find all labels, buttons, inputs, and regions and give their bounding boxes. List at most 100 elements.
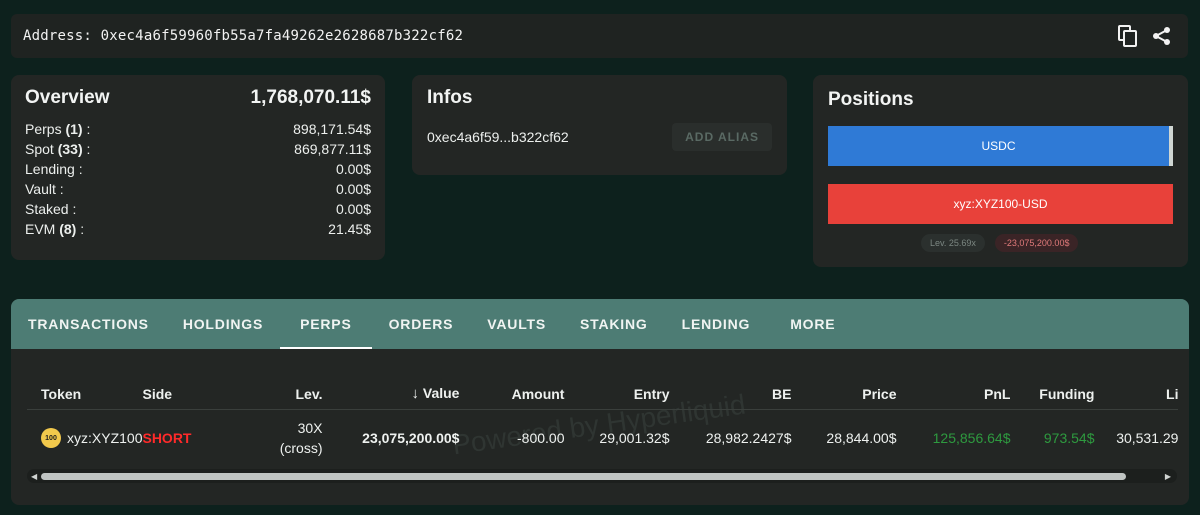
overview-row-value: 21.45$	[328, 221, 371, 237]
overview-row: Lending : 0.00$	[25, 159, 371, 179]
copy-icon[interactable]	[1116, 24, 1140, 48]
tab-lending[interactable]: LENDING	[665, 299, 768, 349]
overview-row-value: 869,877.11$	[294, 141, 371, 157]
tabs-bar: TRANSACTIONS HOLDINGS PERPS ORDERS VAULT…	[11, 299, 1189, 349]
scroll-left-icon[interactable]: ◀	[31, 472, 37, 481]
tab-vaults[interactable]: VAULTS	[470, 299, 563, 349]
token-name[interactable]: xyz:XYZ100	[67, 430, 142, 446]
cell-pnl: 125,856.64$	[932, 430, 1011, 447]
scroll-thumb[interactable]	[41, 473, 1126, 480]
tab-staking[interactable]: STAKING	[563, 299, 665, 349]
leverage-badge: Lev. 25.69x	[921, 234, 985, 252]
overview-row-label: Perps (1) :	[25, 119, 90, 139]
row-suffix: :	[76, 221, 85, 237]
tab-more[interactable]: MORE	[773, 299, 852, 349]
row-label-text: Spot	[25, 141, 54, 157]
cell-entry: 29,001.32$	[599, 430, 670, 447]
row-count: (8)	[59, 221, 77, 237]
address-bar: Address: 0xec4a6f59960fb55a7fa49262e2628…	[11, 14, 1188, 58]
share-icon[interactable]	[1150, 24, 1174, 48]
overview-title: Overview	[25, 87, 110, 108]
header-pnl[interactable]: PnL	[896, 379, 1010, 409]
overview-row-value: 898,171.54$	[293, 121, 371, 137]
overview-row-value: 0.00$	[335, 181, 371, 197]
row-label-text: EVM	[25, 221, 56, 237]
tabs-panel: TRANSACTIONS HOLDINGS PERPS ORDERS VAULT…	[11, 299, 1189, 505]
arrow-down-icon: ↓	[411, 385, 420, 403]
row-count: (1)	[65, 121, 83, 137]
position-bar-usdc[interactable]: USDC	[828, 126, 1173, 166]
add-alias-button[interactable]: ADD ALIAS	[672, 123, 772, 151]
overview-row: Perps (1) : 898,171.54$	[25, 119, 371, 139]
token-logo-icon: 100	[41, 428, 61, 449]
tab-holdings[interactable]: HOLDINGS	[166, 299, 280, 349]
overview-row: Spot (33) : 869,877.11$	[25, 139, 371, 159]
overview-row-label: Lending :	[25, 159, 83, 179]
header-liq[interactable]: Li	[1094, 379, 1178, 409]
header-lev[interactable]: Lev.	[202, 379, 323, 409]
header-value-label: Value	[422, 385, 460, 402]
overview-row: EVM (8) : 21.45$	[25, 219, 371, 239]
position-stats: Lev. 25.69x -23,075,200.00$	[921, 234, 1079, 252]
infos-title: Infos	[427, 87, 473, 108]
header-side[interactable]: Side	[142, 379, 202, 409]
overview-row-label: Spot (33) :	[25, 139, 90, 159]
address-value: 0xec4a6f59960fb55a7fa49262e2628687b322cf…	[100, 28, 464, 44]
header-price[interactable]: Price	[791, 379, 896, 409]
row-label-text: Staked :	[25, 201, 77, 217]
row-label-text: Vault :	[25, 181, 64, 197]
overview-row-value: 0.00$	[335, 161, 371, 177]
address-actions	[1116, 24, 1174, 48]
positions-title: Positions	[828, 89, 914, 110]
cell-funding: 973.54$	[1043, 430, 1095, 447]
leverage-value: 25.69x	[948, 238, 976, 248]
cell-price: 28,844.00$	[826, 430, 897, 447]
leverage-label: Lev.	[930, 238, 947, 248]
scroll-right-icon[interactable]: ▶	[1165, 472, 1171, 481]
perps-table-wrap: Powered by Hyperliquid Token Side Lev. ↓…	[11, 349, 1189, 505]
positions-card: Positions USDC xyz:XYZ100-USD Lev. 25.69…	[813, 75, 1188, 267]
cell-be: 28,982.2427$	[705, 430, 792, 447]
infos-short-address: 0xec4a6f59...b322cf62	[427, 129, 569, 145]
tab-perps[interactable]: PERPS	[280, 299, 373, 349]
cell-amount: -800.00	[517, 430, 565, 447]
cell-lev: 30X (cross)	[202, 409, 323, 467]
cell-value: 23,075,200.00$	[362, 430, 460, 447]
overview-total: 1,768,070.11$	[250, 87, 371, 108]
pnl-badge: -23,075,200.00$	[994, 234, 1079, 252]
lev-value: 30X	[297, 420, 323, 437]
position-bar-xyz100[interactable]: xyz:XYZ100-USD	[828, 184, 1173, 224]
row-label-text: Lending :	[25, 161, 83, 177]
infos-card: Infos 0xec4a6f59...b322cf62 ADD ALIAS	[412, 75, 787, 175]
table-row[interactable]: 100 xyz:XYZ100 SHORT 30X (cross) 23,075,…	[27, 409, 1178, 467]
tab-orders[interactable]: ORDERS	[372, 299, 471, 349]
perps-table: Token Side Lev. ↓ Value Amount Entry BE …	[27, 379, 1179, 467]
header-amount[interactable]: Amount	[459, 379, 565, 409]
cell-side: SHORT	[142, 430, 192, 447]
header-entry[interactable]: Entry	[564, 379, 670, 409]
lev-mode: (cross)	[279, 440, 323, 457]
cell-token: 100 xyz:XYZ100	[27, 409, 142, 467]
address-text: Address: 0xec4a6f59960fb55a7fa49262e2628…	[23, 28, 463, 44]
horizontal-scrollbar[interactable]: ◀ ▶	[27, 469, 1177, 483]
tab-transactions[interactable]: TRANSACTIONS	[11, 299, 166, 349]
header-funding[interactable]: Funding	[1010, 379, 1094, 409]
header-be[interactable]: BE	[669, 379, 791, 409]
table-header-row: Token Side Lev. ↓ Value Amount Entry BE …	[27, 379, 1179, 409]
cell-liq: 30,531.29	[1116, 430, 1179, 447]
overview-row: Staked : 0.00$	[25, 199, 371, 219]
overview-row: Vault : 0.00$	[25, 179, 371, 199]
header-token[interactable]: Token	[27, 379, 142, 409]
row-label-text: Perps	[25, 121, 62, 137]
overview-row-label: EVM (8) :	[25, 219, 84, 239]
row-suffix: :	[82, 121, 91, 137]
overview-card: Overview 1,768,070.11$ Perps (1) : 898,17…	[11, 75, 385, 260]
overview-row-value: 0.00$	[335, 201, 371, 217]
row-count: (33)	[57, 141, 83, 157]
overview-rows: Perps (1) : 898,171.54$ Spot (33) : 869,877…	[25, 119, 371, 239]
row-suffix: :	[82, 141, 91, 157]
address-label: Address:	[23, 28, 101, 44]
overview-row-label: Staked :	[25, 199, 76, 219]
overview-row-label: Vault :	[25, 179, 64, 199]
header-value[interactable]: ↓ Value	[322, 379, 460, 409]
